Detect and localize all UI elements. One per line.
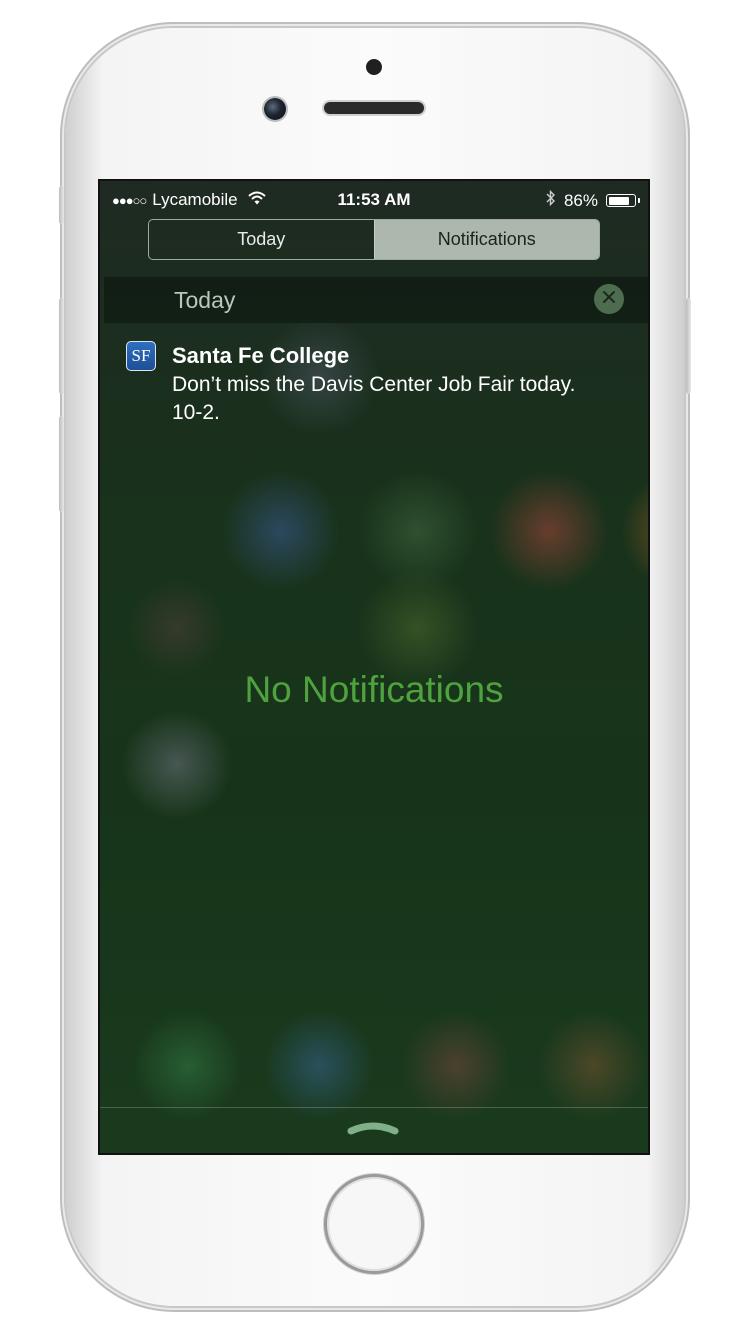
clear-notifications-button[interactable] [594, 284, 624, 314]
bluetooth-icon [546, 189, 556, 211]
notification-title: Santa Fe College [172, 343, 350, 368]
empty-state-text: No Notifications [244, 669, 504, 710]
blurred-wallpaper [100, 181, 648, 1153]
section-title: Today [174, 287, 236, 313]
battery-fill [608, 196, 630, 205]
grabber-handle-icon[interactable] [345, 1119, 401, 1137]
tab-today[interactable]: Today [149, 220, 374, 259]
home-button[interactable] [324, 1174, 424, 1274]
app-icon-text: SF [131, 346, 151, 365]
status-right-group: 86% [546, 189, 640, 211]
app-icon: SF [126, 341, 156, 371]
battery-percent: 86% [563, 190, 598, 210]
earpiece-speaker [324, 102, 424, 114]
mute-switch [59, 186, 64, 224]
section-header: Today [104, 277, 648, 323]
volume-up-button [59, 298, 64, 394]
proximity-sensor [366, 59, 382, 75]
tab-notifications[interactable]: Notifications [373, 220, 599, 259]
notification-body: Don’t miss the Davis Center Job Fair tod… [172, 373, 576, 424]
battery-tip [637, 198, 640, 203]
battery-icon [606, 194, 640, 207]
status-bar: ●●●○○ Lycamobile 11:53 AM 86% [100, 181, 648, 219]
front-camera [264, 98, 286, 120]
screen: ●●●○○ Lycamobile 11:53 AM 86% Today Noti… [98, 179, 650, 1155]
view-segmented-control: Today Notifications [148, 219, 600, 260]
close-icon [602, 290, 616, 309]
bottom-divider [100, 1107, 648, 1108]
volume-down-button [59, 416, 64, 512]
power-button [686, 298, 691, 394]
